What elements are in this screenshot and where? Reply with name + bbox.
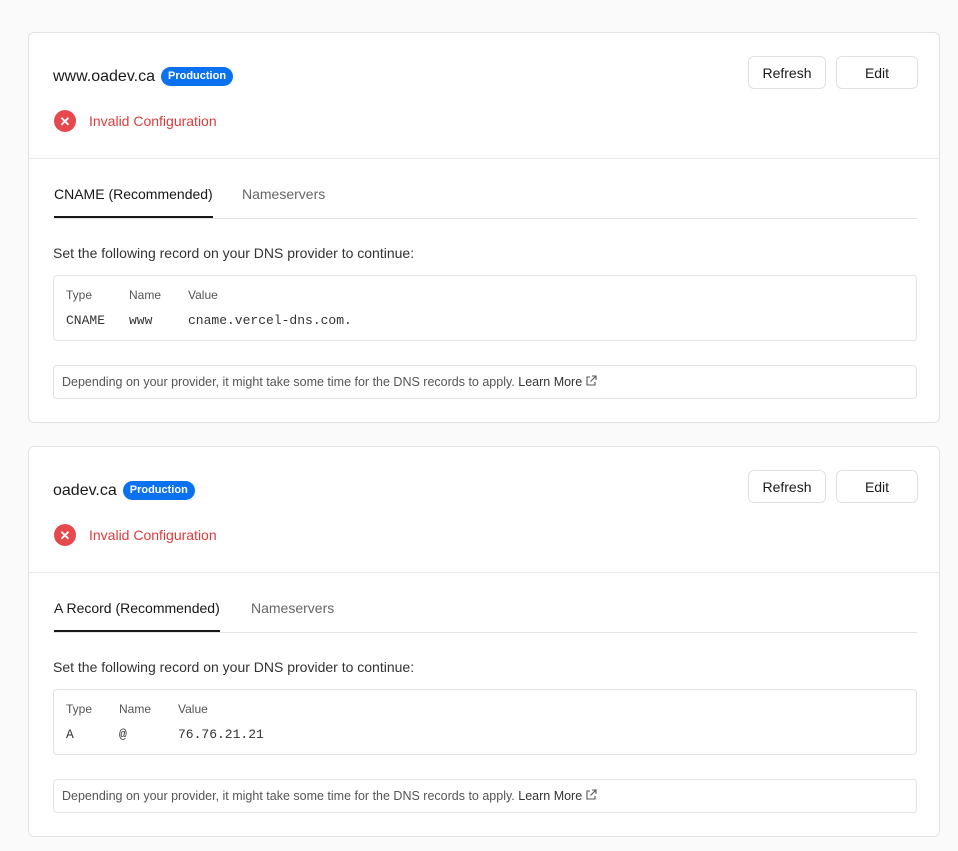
domain-name[interactable]: www.oadev.ca xyxy=(53,68,155,86)
record-tabs: CNAME (Recommended) Nameservers xyxy=(53,170,917,219)
dns-record-table: Type Name Value A @ 76.76.21.21 xyxy=(53,689,917,755)
external-link-icon xyxy=(586,789,597,800)
learn-more-label[interactable]: Learn More xyxy=(518,789,582,803)
card-header: oadev.ca Production ✕ Invalid Configurat… xyxy=(29,447,939,573)
note-text: Depending on your provider, it might tak… xyxy=(62,375,515,389)
propagation-note: Depending on your provider, it might tak… xyxy=(53,779,917,813)
tab-nameservers[interactable]: Nameservers xyxy=(251,584,334,631)
card-header: www.oadev.ca Production ✕ Invalid Config… xyxy=(29,33,939,159)
dns-record-table: Type Name Value CNAME www cname.vercel-d… xyxy=(53,275,917,341)
domain-card: www.oadev.ca Production ✕ Invalid Config… xyxy=(28,32,940,423)
x-circle-icon: ✕ xyxy=(54,524,76,546)
domain-name[interactable]: oadev.ca xyxy=(53,482,117,500)
tab-nameservers[interactable]: Nameservers xyxy=(242,170,325,217)
value-header: Value xyxy=(188,288,218,302)
record-name: @ xyxy=(119,727,127,742)
record-value[interactable]: 76.76.21.21 xyxy=(178,727,264,742)
learn-more-link[interactable]: Learn More xyxy=(518,375,597,389)
name-header: Name xyxy=(119,702,152,716)
production-badge: Production xyxy=(160,67,234,86)
propagation-note: Depending on your provider, it might tak… xyxy=(53,365,917,399)
status-text: Invalid Configuration xyxy=(89,527,217,543)
type-header: Type xyxy=(66,288,93,302)
x-circle-icon: ✕ xyxy=(54,110,76,132)
record-tabs: A Record (Recommended) Nameservers xyxy=(53,584,917,633)
refresh-button[interactable]: Refresh xyxy=(748,56,826,89)
status-text: Invalid Configuration xyxy=(89,113,217,129)
external-link-icon xyxy=(586,375,597,386)
type-header: Type xyxy=(66,702,93,716)
name-header: Name xyxy=(129,288,162,302)
domain-card: oadev.ca Production ✕ Invalid Configurat… xyxy=(28,446,940,837)
instruction-text: Set the following record on your DNS pro… xyxy=(53,245,415,261)
learn-more-label[interactable]: Learn More xyxy=(518,375,582,389)
value-header: Value xyxy=(178,702,208,716)
record-type: CNAME xyxy=(66,313,106,328)
refresh-button[interactable]: Refresh xyxy=(748,470,826,503)
record-type: A xyxy=(66,727,74,742)
domain-title-row: www.oadev.ca Production xyxy=(53,67,234,86)
record-name: www xyxy=(129,313,153,328)
production-badge: Production xyxy=(122,481,195,500)
config-status: ✕ Invalid Configuration xyxy=(54,524,217,546)
config-status: ✕ Invalid Configuration xyxy=(54,110,217,132)
note-text: Depending on your provider, it might tak… xyxy=(62,789,515,803)
domain-title-row: oadev.ca Production xyxy=(53,481,195,500)
edit-button[interactable]: Edit xyxy=(836,56,918,89)
tab-cname[interactable]: CNAME (Recommended) xyxy=(54,170,213,218)
edit-button[interactable]: Edit xyxy=(836,470,918,503)
instruction-text: Set the following record on your DNS pro… xyxy=(53,659,415,675)
tab-a-record[interactable]: A Record (Recommended) xyxy=(54,584,220,632)
learn-more-link[interactable]: Learn More xyxy=(518,789,597,803)
record-value[interactable]: cname.vercel-dns.com. xyxy=(188,313,352,328)
